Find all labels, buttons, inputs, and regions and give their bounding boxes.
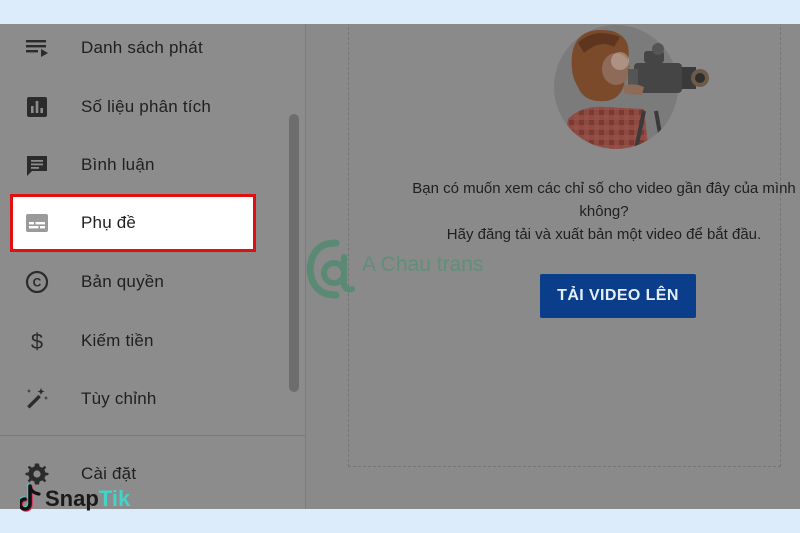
dollar-icon: $ <box>24 328 50 354</box>
sidebar-item-label: Danh sách phát <box>81 38 203 57</box>
snaptik-tik: Tik <box>98 486 131 511</box>
snaptik-wordmark: SnapTik <box>45 486 130 512</box>
sidebar-item-customization[interactable]: Tùy chỉnh <box>0 371 290 427</box>
main-content: Bạn có muốn xem các chỉ số cho video gần… <box>306 24 800 509</box>
sidebar-item-label: Bản quyền <box>81 272 165 291</box>
subtitles-icon <box>24 210 50 236</box>
achau-logo-icon <box>306 239 355 299</box>
empty-state-message: Bạn có muốn xem các chỉ số cho video gần… <box>389 177 800 246</box>
sidebar-divider <box>0 435 305 436</box>
studio-window: Danh sách phát Số liệu phân tích Bình lu… <box>0 24 800 509</box>
analytics-icon <box>24 94 50 120</box>
sidebar-item-comments[interactable]: Bình luận <box>0 137 290 193</box>
sidebar-item-subtitles[interactable]: Phụ đề <box>10 194 256 252</box>
empty-state-line: không? <box>579 203 629 220</box>
svg-text:$: $ <box>31 329 43 353</box>
sidebar-item-playlists[interactable]: Danh sách phát <box>0 24 290 76</box>
upload-video-button[interactable]: TẢI VIDEO LÊN <box>540 274 696 318</box>
sidebar-item-monetization[interactable]: $ Kiếm tiền <box>0 313 290 369</box>
magic-wand-icon <box>24 386 50 412</box>
sidebar-item-analytics[interactable]: Số liệu phân tích <box>0 79 290 135</box>
playlist-icon <box>24 35 50 61</box>
svg-text:C: C <box>33 276 42 290</box>
empty-state-line: Bạn có muốn xem các chỉ số cho video gần… <box>412 180 796 197</box>
sidebar-item-label: Cài đặt <box>81 464 137 483</box>
sidebar-item-label: Bình luận <box>81 155 155 174</box>
empty-state-line: Hãy đăng tải và xuất bản một video để bắ… <box>446 226 762 243</box>
sidebar-item-label: Phụ đề <box>81 213 137 232</box>
watermark-brand: A Chau trans <box>362 253 484 276</box>
snaptik-snap: Snap <box>45 486 99 511</box>
camera-operator-illustration <box>554 25 709 149</box>
snaptik-badge: SnapTik <box>20 483 130 515</box>
sidebar-item-copyright[interactable]: C Bản quyền <box>0 254 290 310</box>
sidebar: Danh sách phát Số liệu phân tích Bình lu… <box>0 24 306 509</box>
comment-icon <box>24 152 50 178</box>
copyright-icon: C <box>24 269 50 295</box>
tiktok-logo-icon <box>20 484 41 512</box>
sidebar-item-label: Số liệu phân tích <box>81 97 212 116</box>
analytics-empty-card: Bạn có muốn xem các chỉ số cho video gần… <box>348 24 796 467</box>
sidebar-item-label: Tùy chỉnh <box>81 389 157 408</box>
sidebar-item-label: Kiếm tiền <box>81 331 154 350</box>
sidebar-scrollbar[interactable] <box>289 114 299 392</box>
